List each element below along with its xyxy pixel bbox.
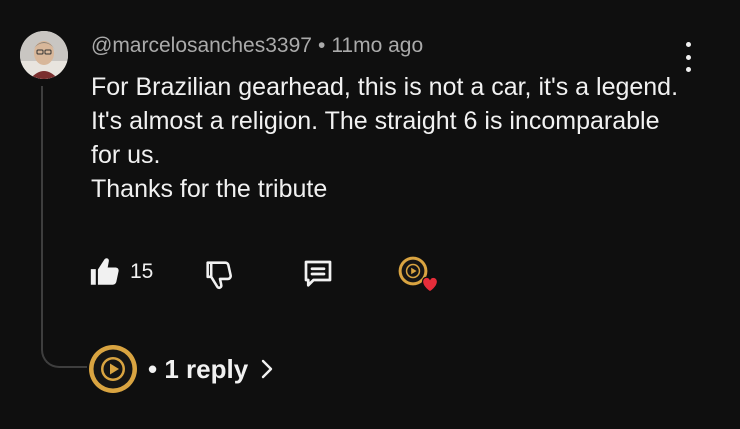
commenter-avatar-image: [20, 31, 68, 79]
view-replies-button[interactable]: • 1 reply: [88, 344, 274, 394]
heart-icon: [421, 276, 439, 293]
username-link[interactable]: @marcelosanches3397: [91, 34, 312, 57]
comment-text-line: For Brazilian gearhead, this is not a ca…: [91, 73, 679, 169]
thumbs-down-icon: [206, 261, 232, 290]
like-button[interactable]: [88, 254, 122, 290]
reply-thread-line: [41, 86, 87, 368]
like-count: 15: [130, 260, 154, 283]
chevron-right-icon: [261, 359, 273, 379]
creator-heart-badge: [398, 256, 442, 296]
comment-text-line: Thanks for the tribute: [91, 175, 328, 203]
dislike-button[interactable]: [202, 256, 236, 292]
comment-body: For Brazilian gearhead, this is not a ca…: [91, 70, 691, 206]
meta-separator: •: [317, 34, 326, 57]
replies-count-label: • 1 reply: [148, 353, 249, 384]
reply-comment-icon: [304, 260, 332, 287]
thumbs-up-icon: [90, 258, 119, 285]
kebab-menu-icon[interactable]: [678, 42, 698, 72]
comment-meta: @marcelosanches3397 • 11mo ago: [91, 34, 423, 58]
comment-timestamp[interactable]: 11mo ago: [331, 34, 423, 57]
commenter-avatar[interactable]: [20, 31, 68, 79]
reply-author-avatar: [89, 345, 137, 393]
reply-button[interactable]: [300, 256, 336, 292]
